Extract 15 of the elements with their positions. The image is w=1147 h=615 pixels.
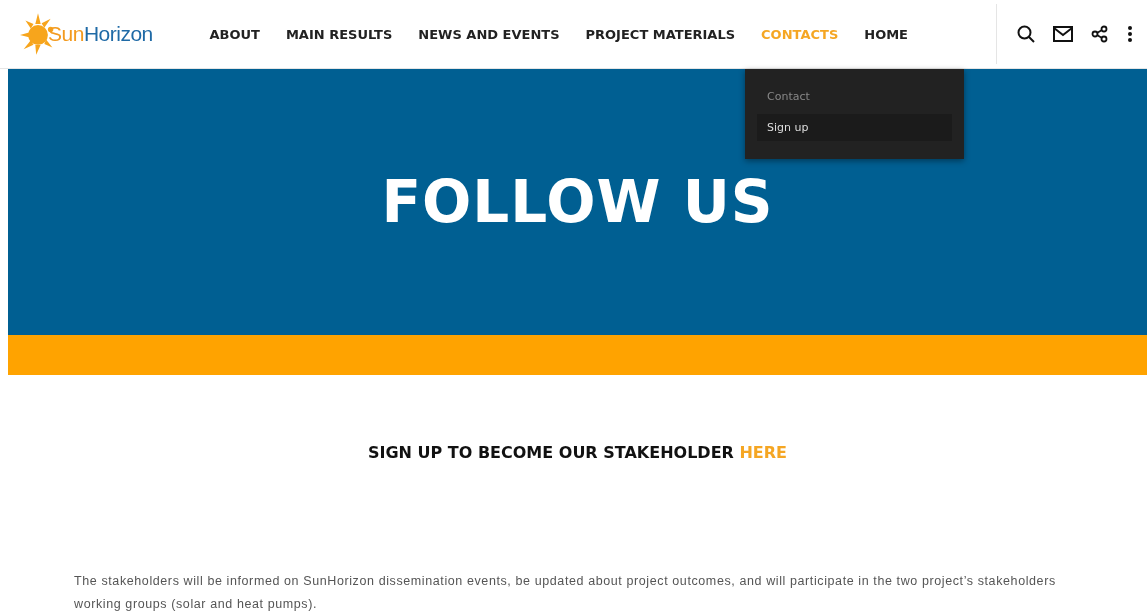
search-icon[interactable] xyxy=(1017,25,1035,43)
nav-link[interactable]: HOME xyxy=(864,26,908,42)
paragraph: The stakeholders will be informed on SunHorizon dissemination events, be updated about project outcomes, and will participate in the two project’s stakeholders working groups (solar and heat pumps). xyxy=(74,573,1057,613)
banner-title: FOLLOW US xyxy=(381,168,774,236)
signup-heading: SIGN UP TO BECOME OUR STAKEHOLDER xyxy=(367,443,734,462)
more-icon[interactable] xyxy=(1127,25,1133,43)
nav-link[interactable]: MAIN RESULTS xyxy=(285,26,393,42)
mail-icon[interactable] xyxy=(1053,26,1073,42)
logo[interactable]: SunHorizon xyxy=(20,10,197,58)
menu-item[interactable]: Sign up xyxy=(757,114,952,141)
share-icon[interactable] xyxy=(1091,25,1109,43)
nav-link[interactable]: NEWS AND EVENTS xyxy=(418,26,560,42)
menu-item[interactable]: Contact xyxy=(757,83,952,110)
nav-link[interactable]: PROJECT MATERIALS xyxy=(585,26,736,42)
nav-link[interactable]: ABOUT xyxy=(209,26,260,42)
